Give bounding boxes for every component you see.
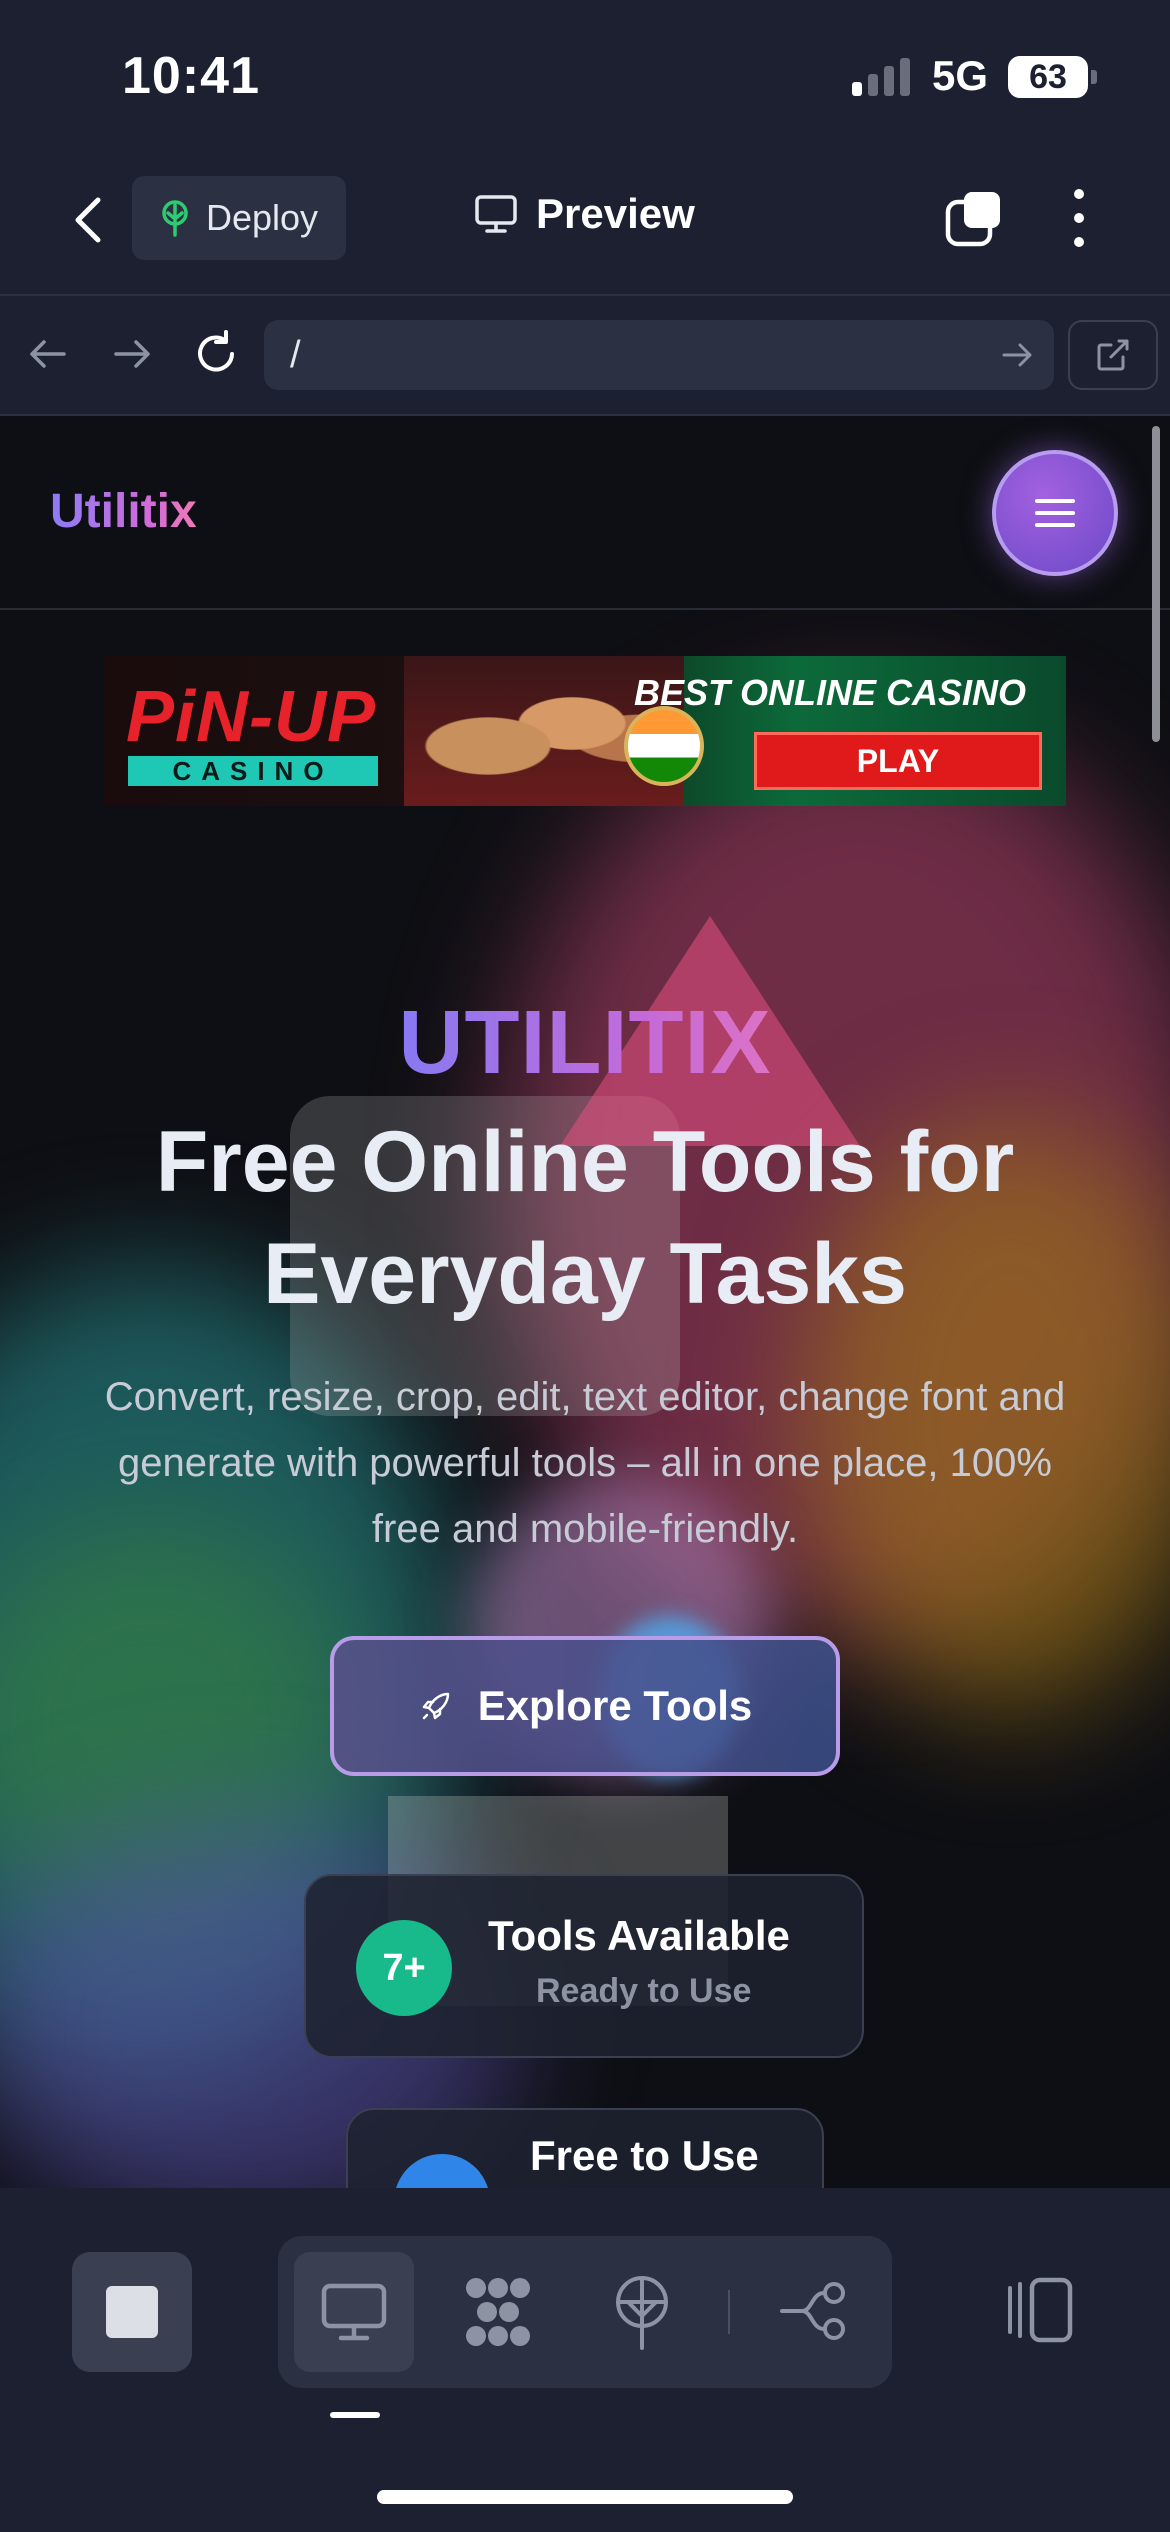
hero-subtitle: Convert, resize, crop, edit, text editor…	[104, 1375, 1066, 1551]
arrow-right-icon[interactable]	[104, 326, 160, 382]
site-header: Utilitix	[0, 416, 1170, 610]
dots-grid-icon	[466, 2278, 530, 2346]
deploy-label: Deploy	[206, 197, 319, 238]
hamburger-icon	[1035, 499, 1075, 527]
status-bar: 10:41 5G 63	[0, 0, 1170, 150]
tabs-icon[interactable]	[944, 190, 1002, 248]
arrow-left-icon[interactable]	[20, 326, 76, 382]
stat-badge: 7+	[356, 1920, 452, 2016]
ad-play-button[interactable]: PLAY	[754, 732, 1042, 790]
status-time: 10:41	[122, 47, 260, 105]
components-button[interactable]	[438, 2252, 558, 2372]
battery-tip	[1091, 70, 1097, 84]
explore-tools-label: Explore Tools	[477, 1682, 753, 1729]
branch-button[interactable]	[754, 2252, 874, 2372]
deploy-icon	[616, 2276, 668, 2350]
monitor-icon	[475, 195, 517, 233]
bottom-toolbar	[0, 2188, 1170, 2532]
open-external-button[interactable]	[1068, 320, 1158, 390]
ad-brand: PiN-UP	[126, 677, 377, 757]
app-toolbar: Deploy Preview	[0, 150, 1170, 294]
hero-title: Free Online Tools for Everyday Tasks	[155, 1114, 1015, 1322]
active-indicator	[330, 2412, 380, 2418]
view-switcher	[278, 2236, 892, 2388]
back-chevron-icon[interactable]	[60, 190, 120, 250]
stat-title: Free to Use	[530, 2132, 759, 2179]
menu-button[interactable]	[992, 450, 1118, 576]
desktop-view-button[interactable]	[294, 2252, 414, 2372]
stat-card: 7+ Tools Available Ready to Use	[304, 1874, 864, 2058]
home-indicator[interactable]	[377, 2490, 793, 2504]
site-logo[interactable]: Utilitix	[50, 484, 197, 539]
rocket-icon	[422, 1692, 449, 1720]
battery-level: 63	[1029, 57, 1067, 96]
deploy-view-button[interactable]	[582, 2252, 702, 2372]
go-arrow-icon[interactable]	[998, 336, 1036, 374]
stat-badge: 100%	[394, 2154, 490, 2188]
battery-icon: 63	[1008, 56, 1088, 98]
url-input[interactable]: /	[264, 320, 1054, 390]
more-vertical-icon[interactable]	[1064, 186, 1094, 250]
signal-icon	[852, 58, 910, 96]
ad-tagline: BEST ONLINE CASINO	[634, 672, 1027, 713]
stat-caption: Ready to Use	[536, 1972, 752, 2010]
branch-icon	[780, 2282, 845, 2340]
explore-tools-button[interactable]: Explore Tools	[330, 1636, 840, 1776]
panel-icon[interactable]	[998, 2270, 1078, 2350]
website-viewport[interactable]: Utilitix PiN-UP CASINO BEST ONLINE CASIN…	[0, 416, 1170, 2188]
stat-title: Tools Available	[488, 1912, 790, 1959]
preview-tab[interactable]: Preview	[474, 190, 695, 238]
ad-brand-sub: CASINO	[128, 756, 378, 786]
network-label: 5G	[932, 52, 989, 99]
external-link-icon	[1097, 339, 1129, 371]
hero-brand: UTILITIX	[0, 992, 1170, 1095]
url-text: /	[290, 333, 301, 376]
reload-icon[interactable]	[188, 326, 244, 382]
stat-card: 100% Free to Use	[346, 2108, 824, 2188]
ad-banner[interactable]: PiN-UP CASINO BEST ONLINE CASINO PLAY	[104, 656, 1066, 806]
browser-url-bar: /	[0, 294, 1170, 416]
separator	[728, 2290, 730, 2334]
stop-icon	[106, 2286, 158, 2338]
deploy-button[interactable]: Deploy	[132, 176, 346, 260]
deploy-tree-icon	[162, 200, 188, 237]
preview-label: Preview	[536, 190, 695, 237]
stop-button[interactable]	[72, 2252, 192, 2372]
flag-icon	[624, 706, 704, 786]
desktop-icon	[321, 2283, 387, 2341]
scrollbar-thumb[interactable]	[1152, 426, 1160, 742]
